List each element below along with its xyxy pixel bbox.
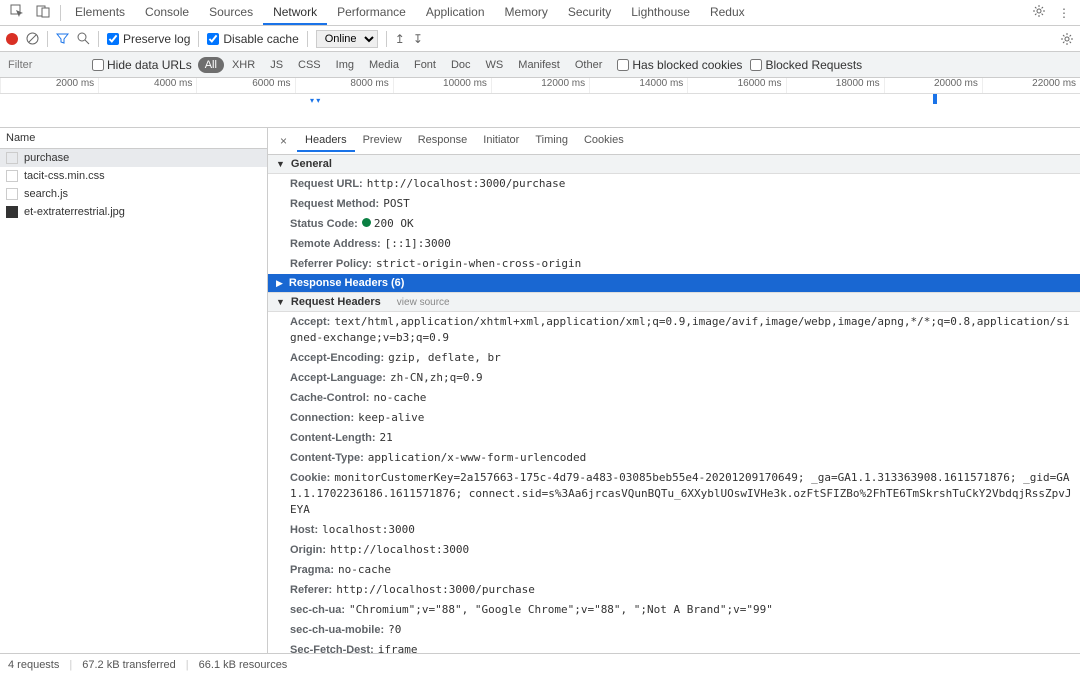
- file-icon: [6, 188, 18, 200]
- panel-tab-console[interactable]: Console: [135, 1, 199, 25]
- type-filter-all[interactable]: All: [198, 57, 224, 73]
- header-row: Sec-Fetch-Dest:iframe: [268, 640, 1080, 653]
- settings-gear-icon[interactable]: [1026, 0, 1052, 25]
- detail-tab-cookies[interactable]: Cookies: [576, 130, 632, 152]
- general-section-header[interactable]: ▼General: [268, 155, 1080, 174]
- panel-tab-redux[interactable]: Redux: [700, 1, 755, 25]
- hide-data-urls-checkbox[interactable]: Hide data URLs: [92, 58, 192, 72]
- network-toolbar: Preserve log Disable cache Online ↥ ↧: [0, 26, 1080, 52]
- header-row: Pragma:no-cache: [268, 560, 1080, 580]
- header-row: Request URL:http://localhost:3000/purcha…: [268, 174, 1080, 194]
- header-row: Connection:keep-alive: [268, 408, 1080, 428]
- filter-bar: Hide data URLs AllXHRJSCSSImgMediaFontDo…: [0, 52, 1080, 78]
- header-row: Status Code:200 OK: [268, 214, 1080, 234]
- type-filter-js[interactable]: JS: [263, 57, 290, 73]
- request-list: Name purchase tacit-css.min.css search.js e…: [0, 128, 268, 653]
- panel-tab-memory[interactable]: Memory: [495, 1, 558, 25]
- request-name: tacit-css.min.css: [24, 170, 105, 182]
- type-filter-media[interactable]: Media: [362, 57, 406, 73]
- device-toggle-icon[interactable]: [30, 0, 56, 25]
- request-row[interactable]: tacit-css.min.css: [0, 167, 267, 185]
- detail-tab-headers[interactable]: Headers: [297, 130, 355, 152]
- type-filter-img[interactable]: Img: [329, 57, 361, 73]
- search-icon[interactable]: [77, 32, 90, 45]
- header-row: Accept:text/html,application/xhtml+xml,a…: [268, 312, 1080, 348]
- header-row: Accept-Language:zh-CN,zh;q=0.9: [268, 368, 1080, 388]
- status-bar: 4 requests| 67.2 kB transferred| 66.1 kB…: [0, 653, 1080, 675]
- panel-tab-elements[interactable]: Elements: [65, 1, 135, 25]
- header-row: Referer:http://localhost:3000/purchase: [268, 580, 1080, 600]
- close-details-icon[interactable]: ×: [272, 132, 295, 150]
- header-row: Host:localhost:3000: [268, 520, 1080, 540]
- type-filter-other[interactable]: Other: [568, 57, 610, 73]
- type-filter-manifest[interactable]: Manifest: [511, 57, 567, 73]
- throttling-select[interactable]: Online: [316, 30, 378, 48]
- request-row[interactable]: purchase: [0, 149, 267, 167]
- timeline-marker: ▾ ▾: [310, 96, 320, 105]
- header-row: sec-ch-ua-mobile:?0: [268, 620, 1080, 640]
- clear-button[interactable]: [26, 32, 39, 45]
- more-vert-icon[interactable]: ⋮: [1052, 2, 1076, 24]
- response-headers-section-header[interactable]: ▶Response Headers (6): [268, 274, 1080, 293]
- header-row: Remote Address:[::1]:3000: [268, 234, 1080, 254]
- has-blocked-cookies-checkbox[interactable]: Has blocked cookies: [617, 58, 742, 72]
- name-column-header[interactable]: Name: [0, 128, 267, 149]
- headers-panel: ▼General Request URL:http://localhost:30…: [268, 155, 1080, 653]
- network-settings-gear-icon[interactable]: [1060, 32, 1074, 46]
- filter-toggle-icon[interactable]: [56, 32, 69, 45]
- detail-tab-response[interactable]: Response: [410, 130, 476, 152]
- type-filter-font[interactable]: Font: [407, 57, 443, 73]
- panel-tab-network[interactable]: Network: [263, 1, 327, 25]
- detail-tabs: × HeadersPreviewResponseInitiatorTimingC…: [268, 128, 1080, 155]
- header-row: Origin:http://localhost:3000: [268, 540, 1080, 560]
- file-icon: [6, 206, 18, 218]
- inspect-icon[interactable]: [4, 0, 30, 25]
- file-icon: [6, 170, 18, 182]
- type-filter-doc[interactable]: Doc: [444, 57, 478, 73]
- filter-input[interactable]: [4, 57, 84, 73]
- import-har-icon[interactable]: ↥: [395, 32, 405, 46]
- view-source-link[interactable]: view source: [397, 297, 450, 308]
- status-requests: 4 requests: [8, 659, 59, 671]
- status-transferred: 67.2 kB transferred: [82, 659, 176, 671]
- type-filter-css[interactable]: CSS: [291, 57, 328, 73]
- header-row: Cookie:monitorCustomerKey=2a157663-175c-…: [268, 468, 1080, 520]
- request-row[interactable]: et-extraterrestrial.jpg: [0, 203, 267, 221]
- blocked-requests-checkbox[interactable]: Blocked Requests: [750, 58, 862, 72]
- header-row: Content-Length:21: [268, 428, 1080, 448]
- header-row: Cache-Control:no-cache: [268, 388, 1080, 408]
- timeline-overview[interactable]: 2000 ms4000 ms6000 ms8000 ms10000 ms1200…: [0, 78, 1080, 128]
- request-row[interactable]: search.js: [0, 185, 267, 203]
- header-row: Content-Type:application/x-www-form-urle…: [268, 448, 1080, 468]
- header-row: sec-ch-ua:"Chromium";v="88", "Google Chr…: [268, 600, 1080, 620]
- panel-tab-security[interactable]: Security: [558, 1, 621, 25]
- header-row: Referrer Policy:strict-origin-when-cross…: [268, 254, 1080, 274]
- detail-tab-timing[interactable]: Timing: [527, 130, 576, 152]
- panel-tab-lighthouse[interactable]: Lighthouse: [621, 1, 700, 25]
- header-row: Request Method:POST: [268, 194, 1080, 214]
- request-name: et-extraterrestrial.jpg: [24, 206, 125, 218]
- detail-tab-preview[interactable]: Preview: [355, 130, 410, 152]
- file-icon: [6, 152, 18, 164]
- request-name: purchase: [24, 152, 69, 164]
- type-filter-xhr[interactable]: XHR: [225, 57, 262, 73]
- panel-tab-sources[interactable]: Sources: [199, 1, 263, 25]
- preserve-log-checkbox[interactable]: Preserve log: [107, 32, 190, 46]
- header-row: Accept-Encoding:gzip, deflate, br: [268, 348, 1080, 368]
- record-button[interactable]: [6, 33, 18, 45]
- request-headers-section-header[interactable]: ▼Request Headersview source: [268, 293, 1080, 312]
- panel-tab-application[interactable]: Application: [416, 1, 495, 25]
- panel-tab-performance[interactable]: Performance: [327, 1, 416, 25]
- status-resources: 66.1 kB resources: [199, 659, 288, 671]
- timeline-marker: [933, 94, 937, 104]
- detail-tab-initiator[interactable]: Initiator: [475, 130, 527, 152]
- export-har-icon[interactable]: ↧: [413, 32, 423, 46]
- type-filter-ws[interactable]: WS: [479, 57, 511, 73]
- request-name: search.js: [24, 188, 68, 200]
- disable-cache-checkbox[interactable]: Disable cache: [207, 32, 298, 46]
- devtools-top-tabbar: ElementsConsoleSourcesNetworkPerformance…: [0, 0, 1080, 26]
